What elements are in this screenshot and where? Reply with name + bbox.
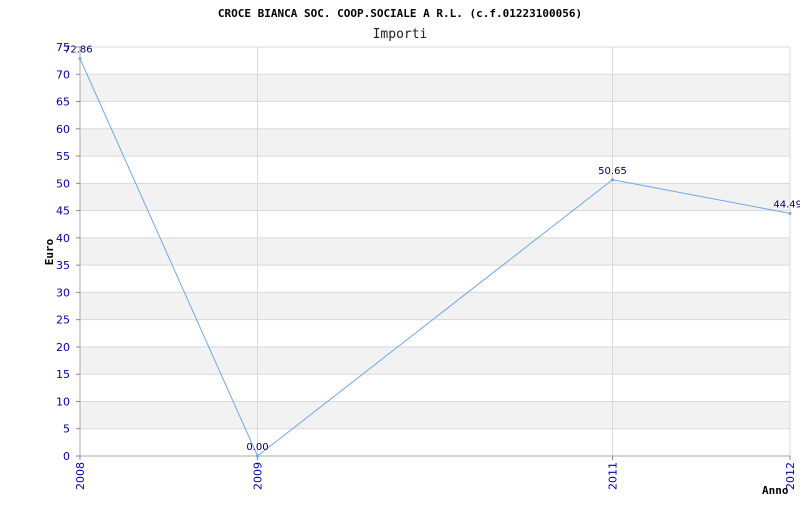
y-tick-label: 65 — [56, 96, 70, 109]
line-chart: CROCE BIANCA SOC. COOP.SOCIALE A R.L. (c… — [43, 7, 800, 497]
x-axis-label: Anno — [762, 484, 789, 497]
chart-subtitle: Importi — [373, 27, 428, 42]
y-tick-label: 60 — [56, 123, 70, 136]
y-tick-label: 25 — [56, 314, 70, 327]
x-tick-label: 2011 — [607, 462, 620, 490]
data-label: 0.00 — [246, 442, 268, 453]
data-label: 72.86 — [64, 45, 93, 56]
grid-band — [80, 346, 790, 375]
y-tick-label: 45 — [56, 205, 70, 218]
x-tick-label: 2009 — [252, 462, 265, 490]
data-point — [788, 211, 792, 215]
data-point — [78, 57, 82, 61]
x-tick-label: 2008 — [74, 462, 87, 490]
chart-title: CROCE BIANCA SOC. COOP.SOCIALE A R.L. (c… — [218, 7, 582, 20]
y-tick-label: 70 — [56, 68, 70, 81]
data-label: 50.65 — [598, 166, 627, 177]
data-label: 44.49 — [773, 199, 800, 210]
data-point — [611, 178, 614, 182]
data-point — [256, 454, 259, 458]
y-axis-ticks: 051015202530354045505560657075 — [56, 41, 80, 463]
y-tick-label: 0 — [63, 450, 70, 463]
grid-band — [80, 183, 790, 211]
grid-band — [80, 401, 790, 429]
grid-bands — [80, 74, 790, 429]
y-axis-label: Euro — [43, 238, 56, 265]
x-axis-ticks: 2008 2009 2011 2012 — [74, 456, 797, 490]
y-tick-label: 35 — [56, 259, 70, 272]
y-tick-label: 5 — [63, 423, 70, 436]
y-tick-label: 55 — [56, 150, 70, 163]
grid-band — [80, 237, 790, 266]
y-tick-label: 50 — [56, 177, 70, 190]
chart: CROCE BIANCA SOC. COOP.SOCIALE A R.L. (c… — [0, 0, 800, 500]
grid-band — [80, 128, 790, 157]
y-tick-label: 30 — [56, 286, 70, 299]
y-tick-label: 40 — [56, 232, 70, 245]
y-tick-label: 15 — [56, 368, 70, 381]
y-tick-label: 20 — [56, 341, 70, 354]
y-tick-label: 10 — [56, 395, 70, 408]
grid-band — [80, 74, 790, 102]
